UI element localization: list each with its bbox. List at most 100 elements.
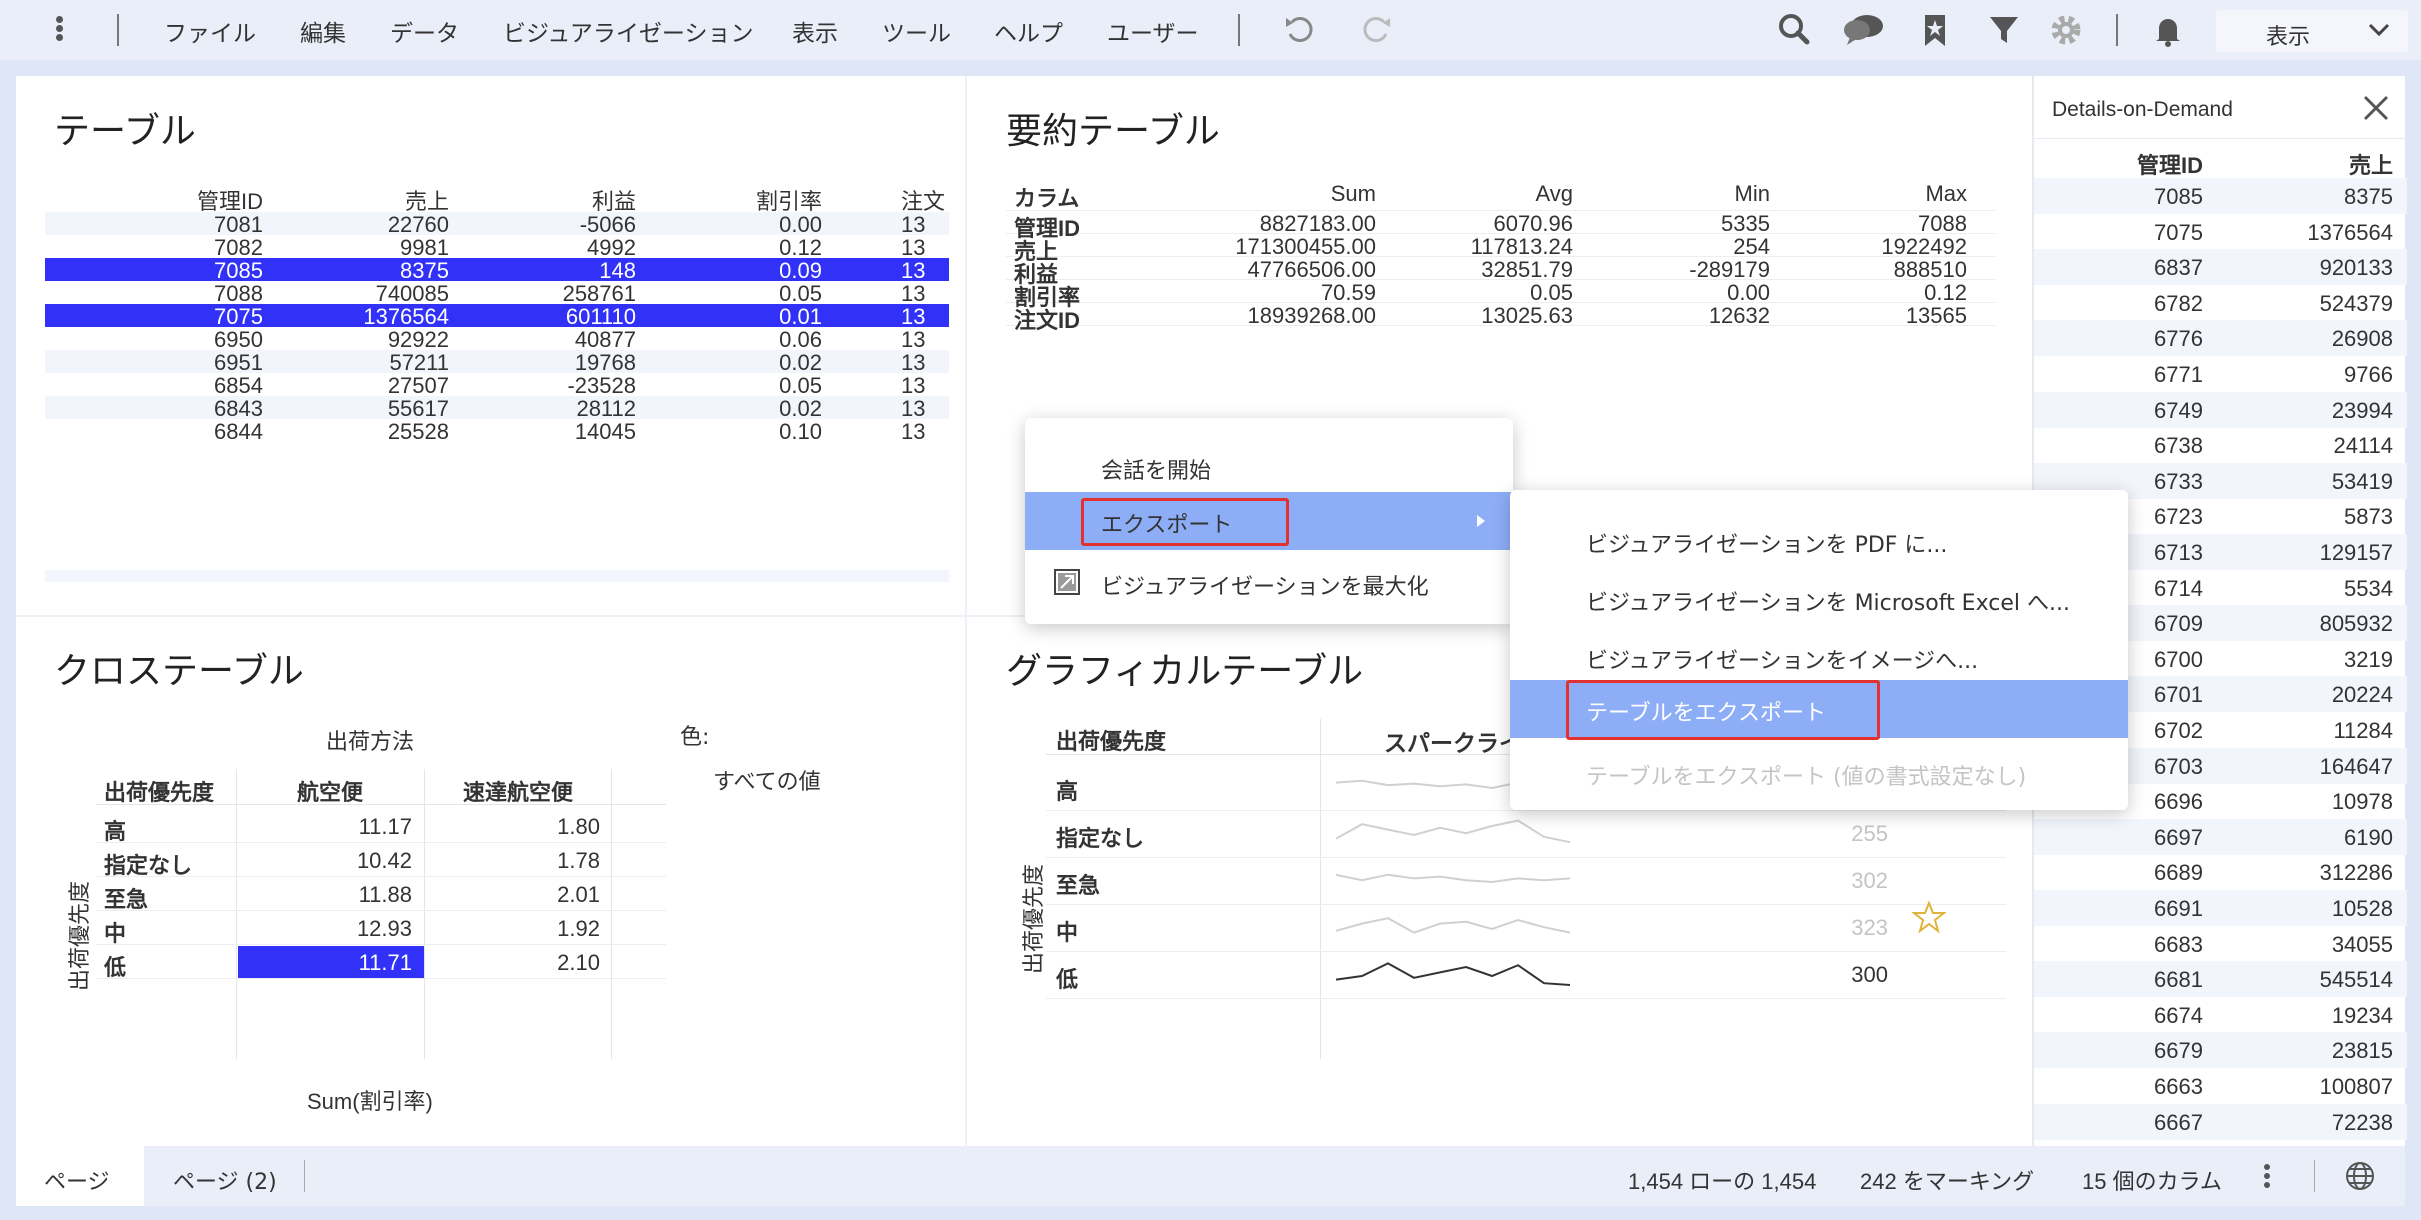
table-panel-title: テーブル (54, 111, 196, 152)
details-cell: 6701 (2154, 682, 2203, 708)
submenu-arrow-icon (1477, 515, 1485, 527)
details-row[interactable]: 6674 19234 (2034, 997, 2407, 1033)
details-row[interactable]: 6689 312286 (2034, 854, 2407, 890)
cross-cell[interactable]: 1.80 (557, 814, 600, 840)
menu-view[interactable]: 表示 (792, 14, 838, 48)
details-row[interactable]: 6771 9766 (2034, 356, 2407, 392)
graphical-value: 302 (1851, 868, 1888, 893)
menu-data[interactable]: データ (390, 14, 459, 48)
status-kebab-icon[interactable] (2264, 1164, 2272, 1188)
menu-user[interactable]: ユーザー (1107, 14, 1199, 48)
menu-tools[interactable]: ツール (882, 14, 951, 48)
menu-item-export-excel[interactable]: ビジュアライゼーションを Microsoft Excel へ... (1510, 570, 2128, 628)
table-row[interactable]: 7088 740085 258761 0.05 13 (45, 281, 949, 306)
table-row[interactable]: 7082 9981 4992 0.12 13 (45, 235, 949, 260)
details-row[interactable]: 6776 26908 (2034, 320, 2407, 357)
details-row[interactable]: 7075 1376564 (2034, 214, 2407, 250)
cross-cell[interactable]: 2.10 (557, 950, 600, 976)
details-cell: 53419 (2331, 468, 2393, 494)
details-row[interactable]: 6691 10528 (2034, 890, 2407, 926)
collaboration-chat-icon[interactable] (1842, 10, 1883, 50)
cross-cell[interactable]: 2.01 (557, 882, 600, 908)
view-dropdown[interactable]: 表示 (2216, 10, 2408, 52)
page-tab[interactable]: ページ (2) (173, 1164, 277, 1196)
menu-help[interactable]: ヘルプ (994, 14, 1063, 48)
divider (2034, 138, 2407, 139)
cross-cell[interactable]: 1.92 (557, 916, 600, 942)
sparkline (1336, 819, 1571, 844)
details-row[interactable]: 6683 34055 (2034, 926, 2407, 962)
details-cell: 34055 (2331, 931, 2393, 957)
cross-cell[interactable]: 1.78 (557, 848, 600, 874)
summary-row: 売上 171300455.00 117813.24 254 1922492 (1006, 234, 1996, 264)
table-row-selected[interactable]: 7085 8375 148 0.09 13 (45, 258, 949, 283)
details-header-row: 管理ID 売上 (2034, 142, 2407, 178)
menu-file[interactable]: ファイル (164, 14, 256, 48)
details-row[interactable]: 6738 24114 (2034, 427, 2407, 463)
divider (1046, 998, 2006, 999)
details-row[interactable]: 6697 6190 (2034, 818, 2407, 855)
column-header: Max (1925, 181, 1967, 206)
cross-cell[interactable]: 11.17 (359, 814, 412, 840)
details-cell: 26908 (2331, 326, 2393, 352)
bookmark-icon[interactable] (1915, 10, 1955, 50)
details-row[interactable]: 6679 23815 (2034, 1032, 2407, 1069)
table-row[interactable]: 6854 27507 -23528 0.05 13 (45, 373, 949, 398)
menu-item-maximize[interactable]: ビジュアライゼーションを最大化 (1025, 554, 1513, 612)
table-row[interactable]: 6843 55617 28112 0.02 13 (45, 396, 949, 421)
table-row[interactable]: 6951 57211 19768 0.02 13 (45, 350, 949, 375)
details-cell: 72238 (2331, 1109, 2393, 1135)
page-tab-active[interactable]: ページ (16, 1146, 144, 1206)
chevron-down-icon (2368, 23, 2390, 37)
table-cell: 14045 (574, 419, 636, 444)
details-cell: 11284 (2333, 718, 2393, 743)
column-header[interactable]: 管理ID (2137, 148, 2203, 180)
column-header: 速達航空便 (463, 781, 574, 806)
cross-cell[interactable]: 10.42 (357, 848, 412, 874)
details-row[interactable]: 6837 920133 (2034, 249, 2407, 286)
table-row[interactable]: 6950 92922 40877 0.06 13 (45, 327, 949, 352)
notification-bell-icon[interactable] (2148, 10, 2188, 50)
details-cell: 6782 (2154, 290, 2203, 316)
table-row[interactable]: 6844 25528 14045 0.10 13 (45, 419, 949, 444)
details-row[interactable]: 6681 545514 (2034, 961, 2407, 998)
sparkline (1336, 962, 1571, 986)
table-row-selected[interactable]: 7075 1376564 601110 0.01 13 (45, 304, 949, 329)
details-row[interactable]: 6663 100807 (2034, 1068, 2407, 1104)
details-cell: 805932 (2319, 611, 2393, 637)
details-row[interactable]: 6749 23994 (2034, 391, 2407, 428)
main-menu-kebab-icon[interactable] (48, 14, 70, 46)
cross-cell[interactable]: 12.93 (357, 916, 412, 942)
details-cell: 9766 (2344, 362, 2393, 387)
details-cell: 6837 (2154, 255, 2203, 281)
details-cell: 6702 (2154, 718, 2203, 743)
menu-edit[interactable]: 編集 (300, 14, 346, 48)
table-row[interactable]: 7081 22760 -5066 0.00 13 (45, 212, 949, 237)
column-header[interactable]: 売上 (2349, 148, 2393, 180)
redo-icon[interactable] (1356, 10, 1396, 50)
undo-icon[interactable] (1280, 10, 1320, 50)
cross-table-panel-title: クロステーブル (54, 651, 304, 692)
cross-row-label: 至急 (104, 888, 149, 913)
details-row[interactable]: 7085 8375 (2034, 178, 2407, 214)
cross-cell[interactable]: 11.71 (359, 950, 412, 976)
summary-header-row: カラム Sum Avg Min Max (1006, 176, 1996, 211)
globe-icon[interactable] (2344, 1160, 2376, 1192)
close-icon[interactable] (2360, 92, 2392, 124)
details-row[interactable]: 6667 72238 (2034, 1103, 2407, 1140)
row-count: 1,454 ローの 1,454 (1628, 1169, 1817, 1194)
menu-item-export-pdf[interactable]: ビジュアライゼーションを PDF に... (1510, 512, 2128, 570)
menu-item-export-image[interactable]: ビジュアライゼーションをイメージへ... (1510, 628, 2128, 686)
menu-item-start-conversation[interactable]: 会話を開始 (1025, 438, 1513, 496)
data-table[interactable]: 管理ID 売上 利益 割引率 注文 7081 22760 -5066 0.00 13 70… (45, 178, 949, 582)
cross-cell[interactable]: 11.88 (359, 882, 412, 908)
details-row[interactable]: 6782 524379 (2034, 285, 2407, 321)
table-cell: 0.10 (779, 419, 822, 444)
menu-visualization[interactable]: ビジュアライゼーション (503, 14, 753, 48)
filter-icon[interactable] (1984, 10, 2024, 50)
search-icon[interactable] (1774, 10, 1814, 50)
details-cell: 10528 (2331, 896, 2393, 921)
divider (96, 978, 666, 979)
details-cell: 6749 (2154, 397, 2203, 423)
settings-gear-icon[interactable] (2046, 10, 2086, 50)
